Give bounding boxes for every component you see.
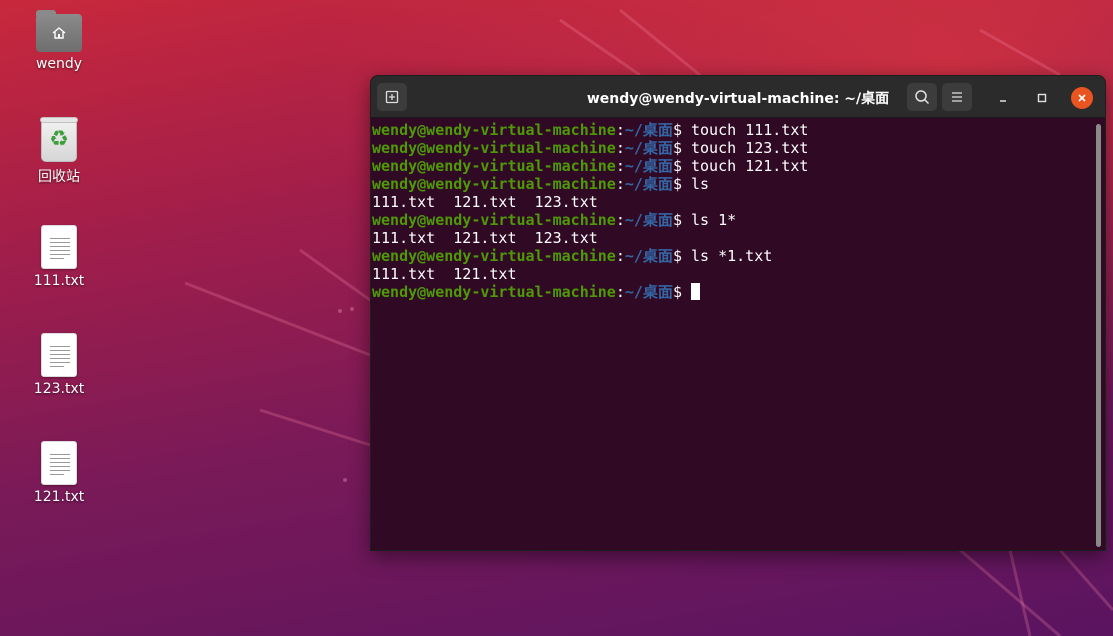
prompt-symbol: $ — [672, 157, 691, 175]
prompt-path: ~/桌面 — [624, 157, 673, 175]
minimize-button[interactable] — [992, 87, 1014, 109]
desktop-icon-121-txt[interactable]: 121.txt — [14, 441, 104, 505]
text-file-icon — [41, 441, 77, 485]
desktop-icon-home[interactable]: wendy — [14, 0, 104, 72]
command-text: touch 121.txt — [691, 157, 809, 175]
desktop-icon-label: 121.txt — [33, 489, 85, 505]
prompt-user-host: wendy@wendy-virtual-machine — [372, 139, 616, 157]
minimize-icon — [1000, 100, 1006, 102]
text-cursor — [691, 283, 700, 300]
hamburger-menu-icon — [952, 92, 962, 102]
desktop-icon-111-txt[interactable]: 111.txt — [14, 225, 104, 289]
command-text: ls 1* — [691, 211, 737, 229]
terminal-command-line: wendy@wendy-virtual-machine:~/桌面$ touch … — [372, 121, 1096, 139]
terminal-command-line: wendy@wendy-virtual-machine:~/桌面$ touch … — [372, 139, 1096, 157]
command-text: touch 123.txt — [691, 139, 809, 157]
output-text: 111.txt 121.txt — [372, 265, 517, 283]
prompt-colon: : — [615, 283, 625, 301]
prompt-path: ~/桌面 — [624, 283, 673, 301]
desktop-icon-label: 回收站 — [38, 169, 80, 185]
prompt-symbol: $ — [672, 139, 691, 157]
desktop-icon-label: 111.txt — [33, 273, 85, 289]
terminal-output-line: 111.txt 121.txt — [372, 265, 1096, 283]
prompt-user-host: wendy@wendy-virtual-machine — [372, 283, 616, 301]
prompt-path: ~/桌面 — [624, 139, 673, 157]
prompt-symbol: $ — [672, 175, 691, 193]
desktop-icon-label: wendy — [35, 56, 83, 72]
prompt-user-host: wendy@wendy-virtual-machine — [372, 157, 616, 175]
command-text: ls — [691, 175, 710, 193]
output-text: 111.txt 121.txt 123.txt — [372, 193, 598, 211]
desktop-icon-label: 123.txt — [33, 381, 85, 397]
terminal-output-line: 111.txt 121.txt 123.txt — [372, 193, 1096, 211]
desktop-icon-123-txt[interactable]: 123.txt — [14, 333, 104, 397]
trash-icon: ♻ — [40, 117, 78, 162]
maximize-button[interactable] — [1031, 87, 1053, 109]
prompt-symbol: $ — [672, 247, 691, 265]
home-folder-icon — [36, 10, 82, 52]
prompt-path: ~/桌面 — [624, 211, 673, 229]
terminal-command-line: wendy@wendy-virtual-machine:~/桌面$ ls 1* — [372, 211, 1096, 229]
prompt-user-host: wendy@wendy-virtual-machine — [372, 121, 616, 139]
menu-button[interactable] — [942, 83, 972, 111]
prompt-colon: : — [615, 139, 625, 157]
prompt-path: ~/桌面 — [624, 247, 673, 265]
new-tab-icon — [385, 90, 399, 104]
prompt-user-host: wendy@wendy-virtual-machine — [372, 247, 616, 265]
terminal-window[interactable]: wendy@wendy-virtual-machine: ~/桌面 wendy@… — [370, 75, 1106, 551]
close-button[interactable] — [1071, 87, 1093, 109]
search-button[interactable] — [907, 83, 937, 111]
terminal-titlebar[interactable]: wendy@wendy-virtual-machine: ~/桌面 — [371, 76, 1105, 118]
desktop-icon-trash[interactable]: ♻ 回收站 — [14, 108, 104, 186]
prompt-symbol: $ — [672, 121, 691, 139]
terminal-command-line: wendy@wendy-virtual-machine:~/桌面$ touch … — [372, 157, 1096, 175]
prompt-symbol: $ — [672, 211, 691, 229]
maximize-icon — [1037, 93, 1047, 103]
terminal-output[interactable]: wendy@wendy-virtual-machine:~/桌面$ touch … — [371, 119, 1096, 550]
prompt-colon: : — [615, 157, 625, 175]
prompt-colon: : — [615, 121, 625, 139]
text-file-icon — [41, 225, 77, 269]
scrollbar[interactable] — [1096, 124, 1101, 547]
close-icon — [1078, 94, 1086, 102]
prompt-path: ~/桌面 — [624, 175, 673, 193]
command-text: ls *1.txt — [691, 247, 773, 265]
terminal-prompt-line: wendy@wendy-virtual-machine:~/桌面$ — [372, 283, 1096, 301]
prompt-colon: : — [615, 247, 625, 265]
terminal-output-line: 111.txt 121.txt 123.txt — [372, 229, 1096, 247]
terminal-command-line: wendy@wendy-virtual-machine:~/桌面$ ls *1.… — [372, 247, 1096, 265]
prompt-colon: : — [615, 175, 625, 193]
new-tab-button[interactable] — [377, 83, 407, 111]
prompt-path: ~/桌面 — [624, 121, 673, 139]
command-text: touch 111.txt — [691, 121, 809, 139]
prompt-symbol: $ — [672, 283, 691, 301]
prompt-user-host: wendy@wendy-virtual-machine — [372, 175, 616, 193]
prompt-colon: : — [615, 211, 625, 229]
output-text: 111.txt 121.txt 123.txt — [372, 229, 598, 247]
terminal-command-line: wendy@wendy-virtual-machine:~/桌面$ ls — [372, 175, 1096, 193]
prompt-user-host: wendy@wendy-virtual-machine — [372, 211, 616, 229]
text-file-icon — [41, 333, 77, 377]
search-icon — [915, 90, 930, 105]
